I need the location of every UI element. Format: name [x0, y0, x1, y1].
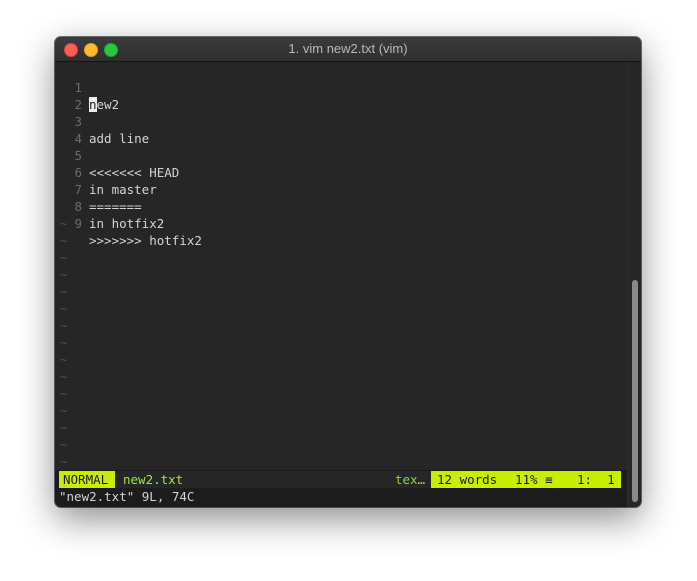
empty-line-tilde: ~ [60, 318, 68, 333]
empty-line-tilde: ~ [60, 335, 68, 350]
empty-line-tilde: ~ [60, 250, 68, 265]
empty-line-tilde: ~ [60, 386, 68, 401]
buffer-line[interactable]: 3 add line [55, 96, 149, 146]
window-title: 1. vim new2.txt (vim) [288, 41, 408, 56]
empty-line-tilde: ~ [60, 284, 68, 299]
buffer-line[interactable]: 6 in master [55, 147, 156, 197]
vim-statusline: NORMAL new2.txt tex… 12 words 11% ≡ 1: 1 [59, 471, 621, 488]
empty-line-tilde: ~ [60, 437, 68, 452]
buffer-line[interactable]: 8 in hotfix2 [55, 181, 164, 231]
command-line-message: "new2.txt" 9L, 74C [59, 489, 195, 504]
statusline-percent: 11% ≡ [515, 472, 553, 487]
line-text: in hotfix2 [89, 216, 165, 231]
line-text: >>>>>>> hotfix2 [89, 233, 202, 248]
statusline-filetype: tex… [395, 472, 426, 487]
statusline-filename: new2.txt [123, 472, 184, 487]
empty-line-tilde: ~ [60, 301, 68, 316]
buffer-line[interactable]: 4 [55, 113, 100, 146]
buffer-line[interactable]: 1 new2 [55, 62, 119, 112]
empty-line-tilde: ~ [60, 233, 68, 248]
terminal-window: 1. vim new2.txt (vim) 1 new2 2 3 add lin… [55, 37, 641, 507]
statusline-word-count: 12 words [437, 472, 498, 487]
statusline-cursor-position: 1: 1 [577, 472, 615, 487]
buffer-line[interactable]: 2 [55, 79, 100, 112]
empty-line-tilde: ~ [60, 267, 68, 282]
vim-editor-area[interactable]: 1 new2 2 3 add line 4 5 <<<<<<< HEAD 6 i… [55, 62, 627, 470]
empty-line-tilde: ~ [60, 420, 68, 435]
buffer-line[interactable]: 5 <<<<<<< HEAD [55, 130, 179, 180]
vertical-scrollbar[interactable] [627, 62, 641, 507]
empty-line-tilde: ~ [60, 369, 68, 384]
empty-line-tilde: ~ [60, 403, 68, 418]
mode-indicator: NORMAL [59, 471, 115, 488]
empty-line-tilde: ~ [60, 454, 68, 469]
buffer-line[interactable]: 7 ======= [55, 164, 141, 214]
buffer-line[interactable]: 9 >>>>>>> hotfix2 [55, 198, 201, 248]
empty-line-tilde: ~ [60, 216, 68, 231]
line-text: <<<<<<< HEAD [89, 165, 180, 180]
title-bar[interactable]: 1. vim new2.txt (vim) [55, 37, 641, 62]
scrollbar-thumb[interactable] [632, 280, 638, 502]
empty-line-tilde: ~ [60, 352, 68, 367]
